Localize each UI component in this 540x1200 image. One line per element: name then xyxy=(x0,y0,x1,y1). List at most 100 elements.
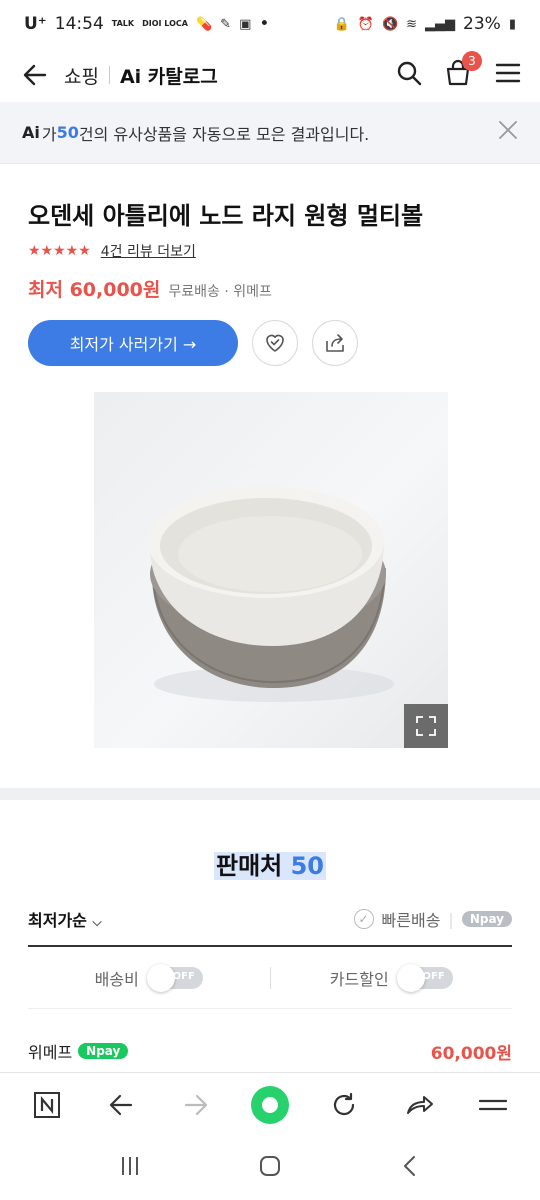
arrow-left-icon xyxy=(110,1094,133,1115)
card-discount-label: 카드할인 xyxy=(329,969,389,989)
fast-delivery-check-icon[interactable]: ✓ xyxy=(353,909,374,929)
bowl-illustration xyxy=(148,486,394,702)
review-link[interactable]: 4건 리뷰 더보기 xyxy=(101,241,196,261)
gallery-icon: ▣ xyxy=(239,16,252,32)
banner-text: 건의 유사상품을 자동으로 모은 결과입니다. xyxy=(78,124,370,144)
price-row: 최저 60,000원 무료배송 · 위메프 xyxy=(28,275,512,302)
ai-logo: Ai xyxy=(22,123,40,142)
filter-row: 배송비 OFF 카드할인 OFF xyxy=(28,947,512,1009)
lowest-price: 최저 60,000원 xyxy=(28,279,161,301)
close-icon xyxy=(499,120,517,139)
breadcrumb-divider xyxy=(108,66,110,84)
green-dot-icon xyxy=(250,1085,289,1124)
sellers-count: 50 xyxy=(290,852,324,880)
system-navigation-bar xyxy=(0,1136,540,1200)
fast-delivery-label[interactable]: 빠른배송 xyxy=(382,907,441,931)
back-button[interactable] xyxy=(18,58,52,92)
alarm-icon: ⏰ xyxy=(357,16,374,32)
toggle-knob xyxy=(396,963,425,992)
recent-apps-icon xyxy=(122,1157,138,1175)
sellers-heading-label: 판매처 xyxy=(215,852,283,880)
expand-image-button[interactable] xyxy=(404,704,448,748)
naver-n-icon xyxy=(34,1091,61,1118)
recent-apps-button[interactable] xyxy=(118,1154,142,1182)
sort-label: 최저가순 xyxy=(28,911,87,930)
home-button[interactable] xyxy=(258,1154,282,1182)
rating-row: ★★★★★ 4건 리뷰 더보기 xyxy=(28,241,512,261)
naver-home-button[interactable] xyxy=(23,1081,71,1129)
page-title: Ai 카탈로그 xyxy=(119,65,218,88)
green-dot-button[interactable] xyxy=(246,1081,294,1129)
arrow-right-icon xyxy=(184,1094,207,1115)
buy-lowest-button[interactable]: 최저가 사러가기 → xyxy=(28,320,238,366)
menu-button[interactable] xyxy=(494,59,522,91)
pill-icon: 💊 xyxy=(195,16,213,32)
arrow-left-icon xyxy=(23,64,47,86)
browser-toolbar xyxy=(0,1072,540,1136)
browser-share-button[interactable] xyxy=(395,1081,443,1129)
seller-price: 60,000원 xyxy=(430,1043,512,1064)
wishlist-button[interactable] xyxy=(252,320,298,366)
card-discount-toggle[interactable]: OFF xyxy=(396,963,453,992)
battery-percent: 23% xyxy=(463,14,501,34)
browser-menu-button[interactable] xyxy=(469,1081,517,1129)
shipping-fee-filter: 배송비 OFF xyxy=(28,963,270,992)
search-button[interactable] xyxy=(396,60,422,90)
carrier-label: U⁺ xyxy=(24,14,47,34)
search-icon xyxy=(397,61,422,86)
signal-icon: ▂▄▆ xyxy=(425,16,456,32)
sellers-heading: 판매처 50 xyxy=(0,846,540,881)
dioi-notification-icon: DIOI LOCA xyxy=(142,19,188,28)
browser-forward-button[interactable] xyxy=(172,1081,220,1129)
talk-notification-icon: TALK xyxy=(111,19,135,28)
cart-count-badge: 3 xyxy=(462,51,482,71)
sort-dropdown[interactable]: 최저가순 ⌵ xyxy=(28,907,102,931)
product-image[interactable] xyxy=(94,392,448,748)
wifi-icon: ≋ xyxy=(406,16,418,32)
sellers-section: 판매처 50 최저가순 ⌵ ✓ 빠른배송 | Npay 배송비 OFF 카드할인… xyxy=(0,800,540,1093)
toggle-knob xyxy=(146,963,175,992)
seller-name: 위메프 xyxy=(28,1043,73,1062)
share-icon xyxy=(326,334,344,352)
toggle-state: OFF xyxy=(422,970,445,982)
refresh-button[interactable] xyxy=(320,1081,368,1129)
sort-row: 최저가순 ⌵ ✓ 빠른배송 | Npay xyxy=(28,907,512,947)
product-title: 오덴세 아틀리에 노드 라지 원형 멀티볼 xyxy=(28,202,424,230)
app-header: 쇼핑 Ai 카탈로그 3 xyxy=(0,48,540,102)
seller-name-group: 위메프 Npay xyxy=(28,1039,129,1063)
home-icon xyxy=(260,1156,280,1176)
section-divider xyxy=(0,788,540,800)
npay-filter-badge[interactable]: Npay xyxy=(461,911,512,927)
banner-close-button[interactable] xyxy=(498,120,518,146)
shipping-info: 무료배송 · 위메프 xyxy=(168,284,272,300)
status-bar: U⁺ 14:54 TALK DIOI LOCA 💊 ✎ ▣ • 🔒 ⏰ 🔇 ≋ … xyxy=(0,0,540,48)
npay-badge: Npay xyxy=(78,1043,129,1059)
battery-icon: ▮ xyxy=(508,16,516,32)
lock-icon: 🔒 xyxy=(333,16,350,32)
chevron-left-icon xyxy=(404,1156,415,1176)
shipping-fee-toggle[interactable]: OFF xyxy=(146,963,203,992)
filter-divider: | xyxy=(448,909,454,929)
toggle-state: OFF xyxy=(172,970,195,982)
share-button[interactable] xyxy=(312,320,358,366)
browser-back-button[interactable] xyxy=(97,1081,145,1129)
product-actions: 최저가 사러가기 → xyxy=(28,320,512,366)
ai-notice-banner: Ai 가 50 건의 유사상품을 자동으로 모은 결과입니다. xyxy=(0,102,540,164)
card-discount-filter: 카드할인 OFF xyxy=(271,963,513,992)
heart-check-icon xyxy=(266,334,284,352)
mute-icon: 🔇 xyxy=(381,16,399,32)
star-rating: ★★★★★ xyxy=(28,243,91,259)
system-back-button[interactable] xyxy=(398,1154,422,1182)
clock: 14:54 xyxy=(54,14,104,34)
expand-icon xyxy=(416,716,436,736)
spray-icon: ✎ xyxy=(220,16,232,32)
similar-count: 50 xyxy=(56,123,79,142)
banner-prefix: 가 xyxy=(41,124,57,144)
chevron-down-icon: ⌵ xyxy=(92,915,102,929)
section-link[interactable]: 쇼핑 xyxy=(64,62,99,89)
more-notifications-dot: • xyxy=(259,14,270,34)
share-arrow-icon xyxy=(406,1095,433,1114)
breadcrumb: 쇼핑 Ai 카탈로그 xyxy=(64,62,218,89)
refresh-icon xyxy=(334,1092,355,1115)
cart-button[interactable]: 3 xyxy=(444,51,482,91)
